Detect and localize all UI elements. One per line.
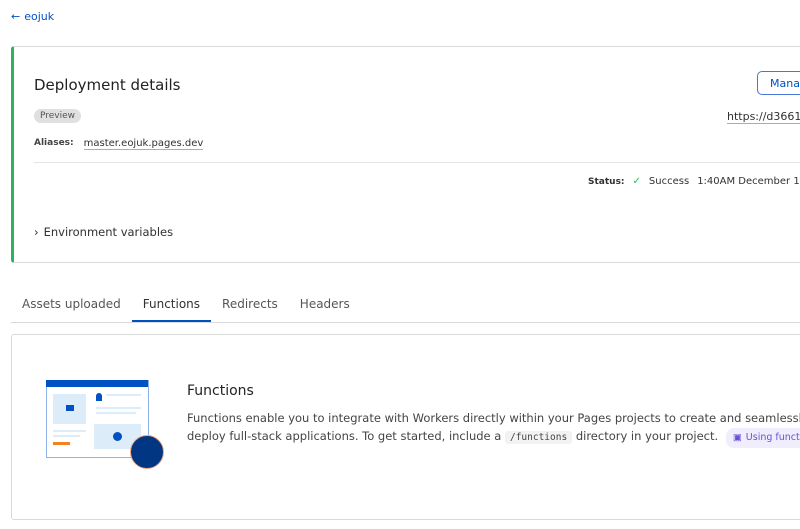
functions-desc-text-2: directory in your project. [575,429,719,443]
aliases-row: Aliases: master.eojuk.pages.dev [34,138,204,150]
tab-headers[interactable]: Headers [289,292,361,322]
status-value: Success [648,176,690,187]
divider [34,162,800,163]
using-functions-label: Using functions [745,432,800,443]
alias-link[interactable]: master.eojuk.pages.dev [83,138,204,150]
status-row: Status: ✓ Success 1:40AM December 11, 2 [588,176,800,187]
check-icon: ✓ [632,176,641,187]
manage-button[interactable]: Manag [757,71,800,95]
status-label: Status: [588,176,625,187]
environment-variables-toggle[interactable]: › Environment variables [34,225,173,239]
chevron-right-icon: › [34,225,39,239]
environment-variables-label: Environment variables [43,225,174,239]
page-title: Deployment details [34,76,181,94]
arrow-left-icon: ← [11,10,21,23]
back-link-label: eojuk [24,10,55,23]
aliases-label: Aliases: [34,138,74,148]
using-functions-link[interactable]: ▣Using functions [725,428,800,448]
tab-redirects[interactable]: Redirects [211,292,289,322]
functions-description: Functions enable you to integrate with W… [187,409,800,448]
functions-panel: Functions Functions enable you to integr… [11,334,800,520]
functions-directory-code: /functions [504,431,573,444]
deployment-details-card: Deployment details Manag Preview https:/… [11,46,800,263]
tab-bar: Assets uploaded Functions Redirects Head… [11,292,800,323]
back-link[interactable]: ← eojuk [11,10,54,23]
functions-illustration [46,380,166,470]
functions-title: Functions [187,383,254,399]
environment-badge: Preview [34,109,82,123]
book-icon: ▣ [732,432,742,443]
deployment-url-link[interactable]: https://d366152 [727,110,800,124]
tab-assets-uploaded[interactable]: Assets uploaded [11,292,132,322]
tab-functions[interactable]: Functions [131,292,212,322]
deployment-timestamp: 1:40AM December 11, 2 [697,176,800,187]
